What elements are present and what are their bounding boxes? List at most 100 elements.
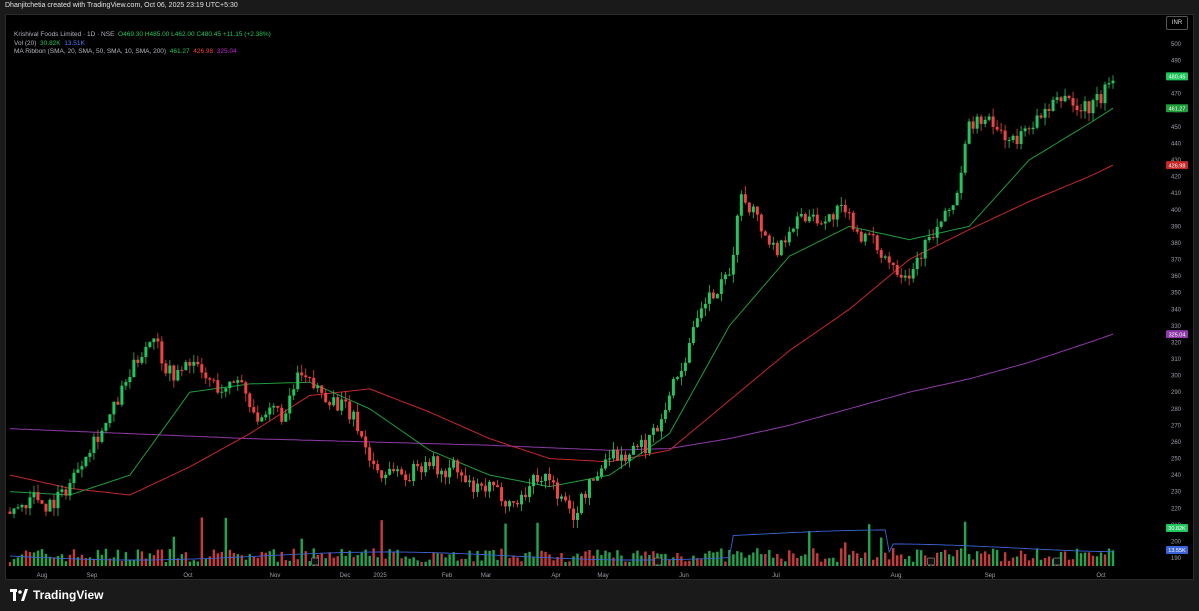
candle-body xyxy=(819,223,823,225)
candle-body xyxy=(739,194,743,216)
candle-body xyxy=(835,205,839,220)
volume-bar xyxy=(472,561,475,566)
candle-body xyxy=(232,381,236,383)
candle-body xyxy=(32,492,36,498)
candle-body xyxy=(404,474,408,481)
candle-body xyxy=(623,454,627,461)
candle-body xyxy=(991,116,995,127)
volume-bar xyxy=(967,554,971,566)
volume-bar xyxy=(416,560,419,566)
volume-bar xyxy=(280,551,283,566)
candle-body xyxy=(280,407,284,422)
candle-body xyxy=(528,486,532,497)
volume-bar xyxy=(744,557,747,566)
candle-body xyxy=(36,492,40,501)
volume-bar xyxy=(116,549,120,566)
volume-bar xyxy=(104,548,108,566)
volume-bar xyxy=(804,554,807,566)
candle-body xyxy=(216,380,220,393)
candle-body xyxy=(971,121,975,129)
volume-bar xyxy=(404,556,407,566)
candle-body xyxy=(448,467,452,478)
tradingview-logo[interactable]: TradingView xyxy=(10,588,103,602)
volume-bar xyxy=(640,555,643,566)
volume-bar xyxy=(376,557,379,566)
candle-body xyxy=(88,452,92,457)
volume-bar xyxy=(112,557,116,566)
volume-bar xyxy=(999,561,1003,566)
candle-body xyxy=(212,379,216,381)
candle-body xyxy=(160,341,164,364)
candle-body xyxy=(236,380,240,383)
candle-body xyxy=(376,464,380,471)
candle-body xyxy=(140,356,144,363)
volume-bar xyxy=(128,559,132,566)
volume-bar xyxy=(716,551,719,566)
volume-bar xyxy=(1031,558,1035,566)
footer-bar: TradingView xyxy=(0,580,1199,611)
candle-body xyxy=(276,405,280,408)
event-marker-icon xyxy=(927,557,935,566)
volume-bar xyxy=(372,548,375,566)
candle-body xyxy=(492,481,496,486)
volume-bar xyxy=(836,561,839,566)
candle-body xyxy=(360,431,364,437)
y-tick-label: 230 xyxy=(1171,490,1182,496)
volume-bar xyxy=(951,556,955,566)
candle-body xyxy=(544,473,548,482)
volume-bar xyxy=(915,549,919,566)
volume-bar xyxy=(644,551,647,566)
y-tick-label: 400 xyxy=(1171,208,1182,214)
volume-bar xyxy=(12,559,16,566)
candle-body xyxy=(152,338,156,343)
candle-body xyxy=(120,385,124,405)
candle-body xyxy=(420,466,424,473)
volume-bar xyxy=(995,549,999,566)
volume-bar xyxy=(308,561,311,566)
candle-body xyxy=(651,427,655,435)
candle-body xyxy=(823,221,827,224)
candle-body xyxy=(100,430,104,442)
candle-body xyxy=(931,236,935,238)
x-tick-label: Nov xyxy=(270,573,281,579)
candle-body xyxy=(40,500,44,504)
candle-body xyxy=(635,445,639,447)
volume-bar xyxy=(468,550,471,566)
volume-bar xyxy=(440,553,443,566)
y-tick-label: 240 xyxy=(1171,473,1182,479)
y-tick-label: 410 xyxy=(1171,191,1182,197)
candle-body xyxy=(1035,115,1039,128)
volume-bar xyxy=(884,552,887,566)
candle-body xyxy=(260,417,264,422)
volume-bar xyxy=(720,548,723,566)
volume-bar xyxy=(963,521,967,566)
candle-body xyxy=(536,474,540,482)
volume-bar xyxy=(180,554,184,566)
y-tick-label: 450 xyxy=(1171,125,1182,131)
candle-body xyxy=(699,308,703,319)
candle-body xyxy=(540,481,544,483)
volume-bar xyxy=(220,551,224,566)
volume-bar xyxy=(420,561,423,566)
candle-body xyxy=(64,489,68,496)
candle-body xyxy=(452,460,456,468)
volume-bar xyxy=(1011,557,1015,566)
y-tick-label: 250 xyxy=(1171,457,1182,463)
volume-bar xyxy=(724,561,727,566)
candle-body xyxy=(747,202,751,213)
volume-bar xyxy=(991,548,995,566)
volume-bar xyxy=(844,542,847,566)
candle-body xyxy=(1099,94,1103,104)
volume-bar xyxy=(732,554,735,566)
candle-body xyxy=(508,501,512,507)
volume-bar xyxy=(907,555,911,566)
candle-body xyxy=(224,388,228,392)
candle-body xyxy=(647,434,651,454)
y-tick-label: 490 xyxy=(1171,59,1182,65)
candle-body xyxy=(12,508,16,514)
candle-body xyxy=(48,499,52,512)
volume-bar xyxy=(140,551,144,566)
candle-body xyxy=(320,385,324,393)
y-tick-label: 380 xyxy=(1171,241,1182,247)
candle-body xyxy=(923,240,927,259)
